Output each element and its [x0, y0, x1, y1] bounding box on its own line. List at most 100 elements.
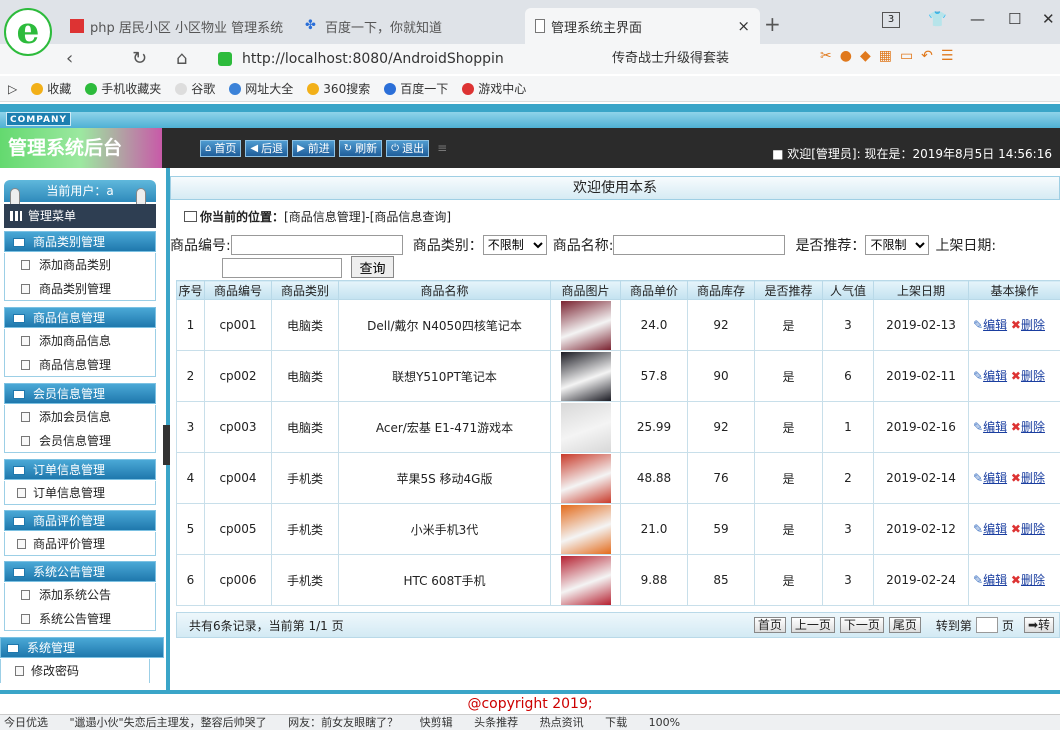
product-image[interactable]	[560, 555, 611, 605]
browser-tab-active[interactable]: 管理系统主界面 ×	[525, 8, 760, 44]
type-select[interactable]: 不限制	[482, 235, 547, 255]
new-tab-button[interactable]: +	[764, 12, 781, 36]
doc-icon	[21, 260, 30, 270]
shirt-icon[interactable]: 👕	[928, 10, 947, 28]
close-tab-icon[interactable]: ×	[737, 17, 750, 35]
extension-icons[interactable]: ✂●◆▦▭↶☰	[820, 48, 961, 64]
column-header: 人气值	[822, 280, 874, 300]
home-button[interactable]: ⌂ 首页	[200, 140, 242, 157]
date-input[interactable]	[222, 258, 342, 278]
logout-button[interactable]: ⏻ 退出	[386, 140, 430, 157]
menu-item-member-manage[interactable]: 会员信息管理	[4, 429, 156, 453]
bookmark-favorites[interactable]: 收藏	[31, 80, 71, 97]
query-button[interactable]: 查询	[351, 256, 394, 278]
browser-search-field[interactable]: 传奇战士升级得套装	[604, 47, 804, 71]
next-page-button[interactable]: 下一页	[839, 617, 884, 633]
menu-item-order-manage[interactable]: 订单信息管理	[4, 481, 156, 505]
bookmark-360[interactable]: 360搜索	[307, 80, 370, 97]
status-item[interactable]: 今日优选	[4, 716, 48, 729]
edit-icon: ✎	[973, 420, 984, 434]
name-input[interactable]	[613, 235, 786, 255]
product-image[interactable]	[560, 504, 611, 554]
delete-link[interactable]: 删除	[1021, 471, 1045, 485]
menu-section-member[interactable]: 会员信息管理	[4, 383, 156, 404]
delete-link[interactable]: 删除	[1021, 318, 1045, 332]
menu-item-add-member[interactable]: 添加会员信息	[4, 405, 156, 429]
status-zoom[interactable]: 100%	[649, 716, 680, 729]
table-header-row: 序号 商品编号 商品类别 商品名称 商品图片 商品单价 商品库存 是否推荐 人气值 上架日期 基本操…	[176, 280, 1060, 300]
menu-item-review-manage[interactable]: 商品评价管理	[4, 532, 156, 556]
product-image[interactable]	[560, 300, 611, 350]
menu-item-category-manage[interactable]: 商品类别管理	[4, 277, 156, 301]
menu-section-review[interactable]: 商品评价管理	[4, 510, 156, 531]
edit-link[interactable]: 编辑	[983, 573, 1007, 587]
forward-button[interactable]: ▶ 前进	[292, 140, 335, 157]
menu-lines-icon[interactable]: ≡	[437, 140, 447, 157]
menu-item-notice-manage[interactable]: 系统公告管理	[4, 607, 156, 631]
menu-item-add-notice[interactable]: 添加系统公告	[4, 583, 156, 607]
delete-link[interactable]: 删除	[1021, 369, 1045, 383]
menu-item-add-product[interactable]: 添加商品信息	[4, 329, 156, 353]
menu-item-add-category[interactable]: 添加商品类别	[4, 253, 156, 277]
last-page-button[interactable]: 尾页	[888, 617, 921, 633]
edit-link[interactable]: 编辑	[983, 318, 1007, 332]
prev-page-button[interactable]: 上一页	[790, 617, 835, 633]
product-image[interactable]	[560, 453, 611, 503]
status-news-2[interactable]: 网友：前女友眼瞎了？	[288, 716, 398, 729]
edit-link[interactable]: 编辑	[983, 471, 1007, 485]
menu-section-system[interactable]: 系统管理	[0, 637, 164, 658]
maximize-icon[interactable]: ☐	[1008, 10, 1021, 28]
menu-section-order[interactable]: 订单信息管理	[4, 459, 156, 480]
edit-link[interactable]: 编辑	[983, 369, 1007, 383]
back-icon[interactable]: ‹	[66, 48, 73, 69]
menu-section-product[interactable]: 商品信息管理	[4, 307, 156, 328]
bookmark-toggle-icon[interactable]: ▷	[8, 82, 17, 96]
menu-item-change-password[interactable]: 修改密码	[0, 659, 150, 683]
cell-no: 1	[176, 299, 205, 351]
recommend-select[interactable]: 不限制	[865, 235, 930, 255]
table-row: 1 cp001 电脑类 Dell/戴尔 N4050四核笔记本 24.0 92 是 3 2019-…	[176, 299, 1060, 351]
minimize-icon[interactable]: —	[970, 10, 985, 28]
bookmark-games[interactable]: 游戏中心	[462, 80, 526, 97]
product-image[interactable]	[560, 402, 611, 452]
url-text: http://localhost:8080/AndroidShoppin	[242, 51, 504, 67]
sidebar-collapse-handle[interactable]	[163, 425, 170, 465]
product-image[interactable]	[560, 351, 611, 401]
cell-recommend: 是	[754, 350, 823, 402]
edit-link[interactable]: 编辑	[983, 420, 1007, 434]
bookmark-mobile[interactable]: 手机收藏夹	[85, 80, 161, 97]
status-download[interactable]: 下载	[605, 716, 627, 729]
menu-section-category[interactable]: 商品类别管理	[4, 231, 156, 252]
refresh-button[interactable]: ↻ 刷新	[338, 140, 383, 157]
back-button[interactable]: ◀ 后退	[245, 140, 289, 157]
delete-link[interactable]: 删除	[1021, 420, 1045, 434]
goto-page-input[interactable]	[975, 617, 998, 633]
menu-item-product-manage[interactable]: 商品信息管理	[4, 353, 156, 377]
column-header: 商品单价	[620, 280, 688, 300]
cell-code: cp003	[204, 401, 272, 453]
tab-count-badge[interactable]: 3	[882, 12, 900, 28]
code-input[interactable]	[230, 235, 403, 255]
menu-section-notice[interactable]: 系统公告管理	[4, 561, 156, 582]
browser-tab-1[interactable]: php 居民小区 小区物业 管理系统	[60, 8, 295, 44]
browser-tab-2[interactable]: ✤ 百度一下，你就知道	[295, 8, 525, 44]
delete-link[interactable]: 删除	[1021, 573, 1045, 587]
bookmark-hao[interactable]: 网址大全	[229, 80, 293, 97]
cell-stock: 92	[687, 299, 755, 351]
close-window-icon[interactable]: ✕	[1042, 10, 1055, 28]
status-quick-edit[interactable]: 快剪辑	[420, 716, 453, 729]
edit-link[interactable]: 编辑	[983, 522, 1007, 536]
column-header: 上架日期	[873, 280, 969, 300]
url-field[interactable]: http://localhost:8080/AndroidShoppin	[218, 47, 594, 71]
go-button[interactable]: ➡转	[1023, 617, 1054, 633]
cell-actions: ✎编辑 ✖删除	[968, 401, 1060, 453]
bookmark-baidu[interactable]: 百度一下	[384, 80, 448, 97]
first-page-button[interactable]: 首页	[753, 617, 786, 633]
home-icon[interactable]: ⌂	[176, 48, 187, 69]
bookmark-google[interactable]: 谷歌	[175, 80, 215, 97]
status-hot-news[interactable]: 热点资讯	[540, 716, 584, 729]
status-headline[interactable]: 头条推荐	[474, 716, 518, 729]
status-news[interactable]: "邋遢小伙"失恋后主理发，整容后帅哭了	[70, 716, 267, 729]
reload-icon[interactable]: ↻	[132, 48, 147, 69]
delete-link[interactable]: 删除	[1021, 522, 1045, 536]
